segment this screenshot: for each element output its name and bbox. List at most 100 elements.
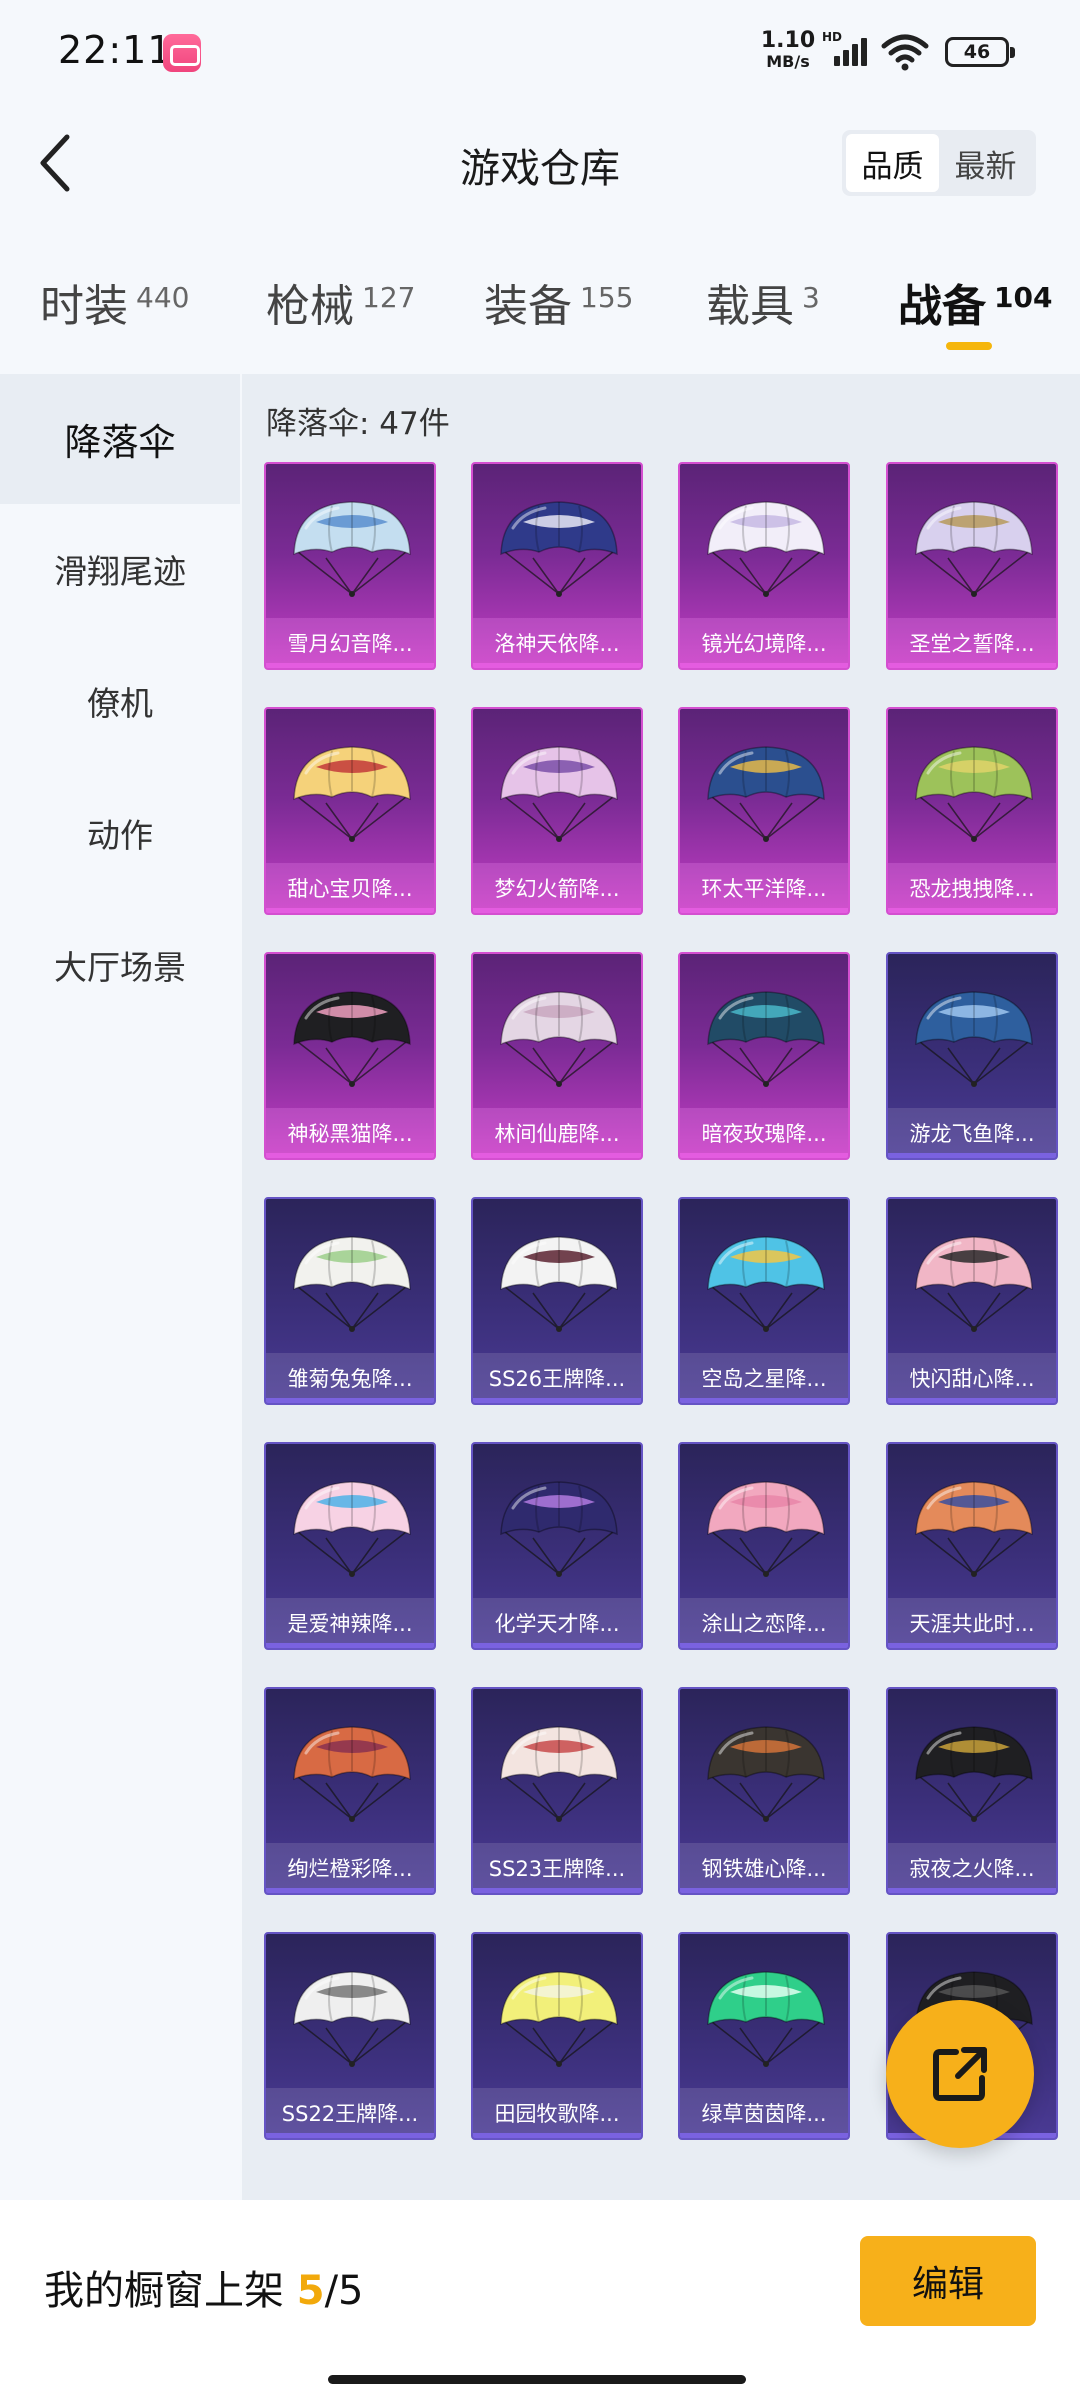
rarity-rim — [473, 1643, 641, 1648]
rarity-rim — [680, 1153, 848, 1158]
item-card[interactable]: SS23王牌降... — [471, 1687, 643, 1895]
item-name: 环太平洋降... — [701, 877, 827, 901]
item-card[interactable]: 是爱神辣降... — [264, 1442, 436, 1650]
item-card[interactable]: 寂夜之火降... — [886, 1687, 1058, 1895]
sort-option-quality[interactable]: 品质 — [846, 134, 939, 192]
share-icon — [933, 2047, 987, 2101]
item-card[interactable]: 镜光幻境降... — [678, 462, 850, 670]
parachute-image — [915, 746, 1033, 842]
rarity-rim — [266, 1398, 434, 1403]
item-name-bar: 林间仙鹿降... — [473, 1108, 641, 1158]
item-card[interactable]: 暗夜玫瑰降... — [678, 952, 850, 1160]
tab-equipment[interactable]: 装备 155 — [484, 270, 633, 350]
shelf-current-count: 5 — [296, 2268, 325, 2314]
item-name: 快闪甜心降... — [909, 1367, 1035, 1391]
item-name-bar: 钢铁雄心降... — [680, 1843, 848, 1893]
edit-button[interactable]: 编辑 — [860, 2236, 1036, 2326]
sidebar-item-label: 动作 — [87, 816, 153, 855]
wifi-icon — [880, 32, 930, 72]
item-card[interactable]: 绿草茵茵降... — [678, 1932, 850, 2140]
item-name: 圣堂之誓降... — [909, 632, 1035, 656]
sidebar-item-wingman[interactable]: 僚机 — [0, 636, 240, 766]
sidebar-item-emote[interactable]: 动作 — [0, 768, 240, 898]
rarity-rim — [266, 908, 434, 913]
parachute-image — [293, 1726, 411, 1822]
shelf-label: 我的橱窗上架 — [44, 2268, 284, 2314]
item-name: 暗夜玫瑰降... — [701, 1122, 827, 1146]
shelf-separator: / — [324, 2268, 339, 2314]
rarity-rim — [680, 1888, 848, 1893]
rarity-rim — [680, 663, 848, 668]
item-name: 梦幻火箭降... — [494, 877, 620, 901]
item-name: 林间仙鹿降... — [494, 1122, 620, 1146]
item-name-bar: 空岛之星降... — [680, 1353, 848, 1403]
item-name-bar: 雪月幻音降... — [266, 618, 434, 668]
sort-option-latest[interactable]: 最新 — [939, 134, 1032, 192]
item-name-bar: 圣堂之誓降... — [888, 618, 1056, 668]
item-card[interactable]: 钢铁雄心降... — [678, 1687, 850, 1895]
item-card[interactable]: 雏菊兔兔降... — [264, 1197, 436, 1405]
item-card[interactable]: 游龙飞鱼降... — [886, 952, 1058, 1160]
tab-count: 127 — [362, 281, 416, 314]
cell-signal-icon: HD — [822, 30, 872, 70]
item-card[interactable]: 洛神天依降... — [471, 462, 643, 670]
item-name: 天涯共此时... — [909, 1612, 1035, 1636]
home-indicator[interactable] — [328, 2375, 746, 2384]
tab-battle-gear[interactable]: 战备 104 — [898, 270, 1052, 350]
rarity-rim — [266, 663, 434, 668]
item-card[interactable]: 林间仙鹿降... — [471, 952, 643, 1160]
item-card[interactable]: 神秘黑猫降... — [264, 952, 436, 1160]
item-name-bar: SS22王牌降... — [266, 2088, 434, 2138]
tab-vehicles[interactable]: 载具 3 — [706, 270, 820, 350]
parachute-image — [500, 1971, 618, 2067]
share-button[interactable] — [886, 2000, 1034, 2148]
rarity-rim — [473, 1398, 641, 1403]
item-name: 田园牧歌降... — [494, 2102, 620, 2126]
item-card[interactable]: 化学天才降... — [471, 1442, 643, 1650]
rarity-rim — [888, 1398, 1056, 1403]
tab-count: 104 — [994, 281, 1053, 314]
item-card[interactable]: 梦幻火箭降... — [471, 707, 643, 915]
rarity-rim — [266, 2133, 434, 2138]
item-card[interactable]: 恐龙拽拽降... — [886, 707, 1058, 915]
item-card[interactable]: SS26王牌降... — [471, 1197, 643, 1405]
item-card[interactable]: 环太平洋降... — [678, 707, 850, 915]
item-card[interactable]: 涂山之恋降... — [678, 1442, 850, 1650]
parachute-image — [707, 1726, 825, 1822]
item-card[interactable]: 甜心宝贝降... — [264, 707, 436, 915]
parachute-image — [500, 1726, 618, 1822]
parachute-image — [500, 1481, 618, 1577]
tab-count: 440 — [136, 281, 190, 314]
item-card[interactable]: 圣堂之誓降... — [886, 462, 1058, 670]
parachute-image — [707, 501, 825, 597]
sidebar-item-lobby-scene[interactable]: 大厅场景 — [0, 900, 240, 1030]
sidebar-item-glide-trail[interactable]: 滑翔尾迹 — [0, 504, 240, 634]
tab-label: 载具 — [706, 281, 794, 332]
item-name: 恐龙拽拽降... — [909, 877, 1035, 901]
item-name-bar: 绿草茵茵降... — [680, 2088, 848, 2138]
sidebar: 降落伞 滑翔尾迹 僚机 动作 大厅场景 — [0, 374, 240, 2200]
status-bar: 22:11 1.10 MB/s HD 46 — [0, 0, 1080, 100]
item-card[interactable]: 田园牧歌降... — [471, 1932, 643, 2140]
item-card[interactable]: 空岛之星降... — [678, 1197, 850, 1405]
item-name-bar: 绚烂橙彩降... — [266, 1843, 434, 1893]
item-name-bar: SS23王牌降... — [473, 1843, 641, 1893]
parachute-image — [915, 501, 1033, 597]
rarity-rim — [266, 1153, 434, 1158]
rarity-rim — [680, 908, 848, 913]
item-card[interactable]: 快闪甜心降... — [886, 1197, 1058, 1405]
parachute-image — [707, 746, 825, 842]
sidebar-item-label: 降落伞 — [64, 421, 176, 464]
parachute-image — [500, 501, 618, 597]
item-name: SS22王牌降... — [281, 2102, 419, 2126]
item-name-bar: 快闪甜心降... — [888, 1353, 1056, 1403]
item-card[interactable]: SS22王牌降... — [264, 1932, 436, 2140]
item-card[interactable]: 绚烂橙彩降... — [264, 1687, 436, 1895]
item-name-bar: SS26王牌降... — [473, 1353, 641, 1403]
tab-fashion[interactable]: 时装 440 — [40, 270, 189, 350]
sidebar-item-parachute[interactable]: 降落伞 — [0, 374, 240, 504]
item-card[interactable]: 天涯共此时... — [886, 1442, 1058, 1650]
tab-guns[interactable]: 枪械 127 — [266, 270, 415, 350]
parachute-image — [707, 1481, 825, 1577]
item-card[interactable]: 雪月幻音降... — [264, 462, 436, 670]
